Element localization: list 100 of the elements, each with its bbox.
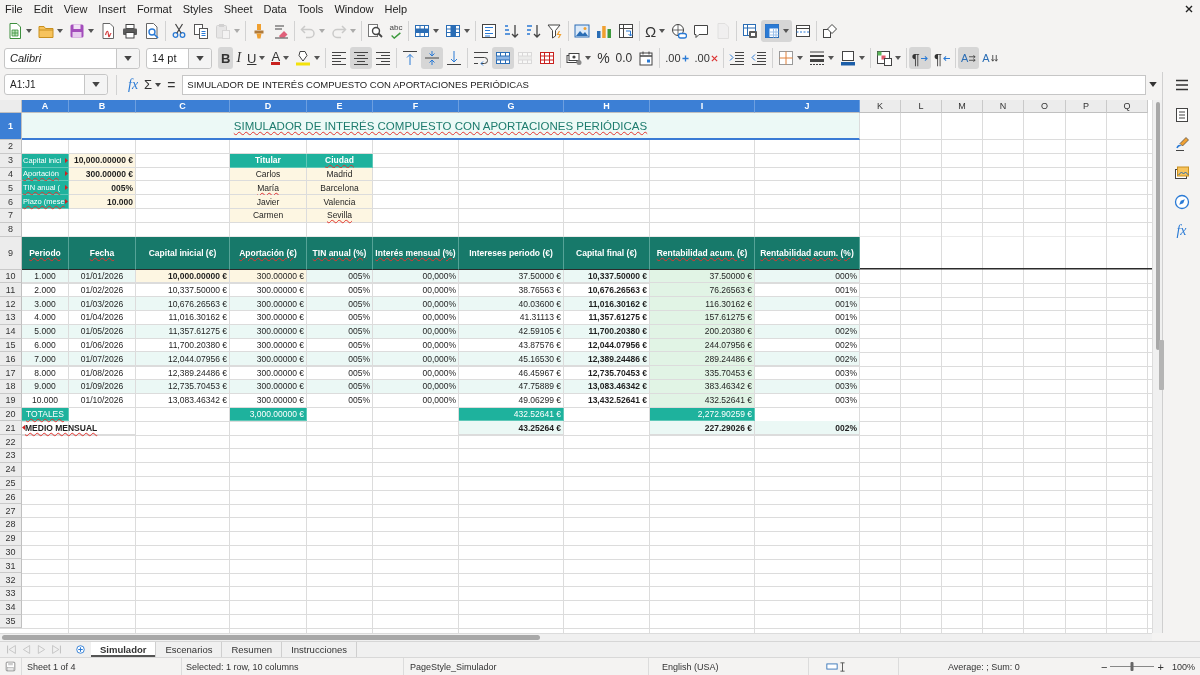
bold-button[interactable]: B: [218, 47, 234, 69]
menu-item[interactable]: Sheet: [223, 2, 253, 16]
row-header[interactable]: 22: [0, 435, 22, 449]
table-cell: 00,000%: [373, 366, 459, 380]
italic-button[interactable]: I: [233, 47, 245, 69]
column-header[interactable]: G: [459, 100, 564, 113]
zoom-level[interactable]: 100%: [1171, 661, 1195, 672]
right-to-left-button[interactable]: ¶: [930, 47, 953, 69]
table-cell: 01/03/2026: [69, 297, 136, 311]
row-header[interactable]: 5: [0, 181, 22, 196]
column-header[interactable]: J: [755, 100, 860, 113]
table-cell: 12,044.07956 €: [136, 352, 230, 367]
row-header[interactable]: 6: [0, 195, 22, 209]
slider-thumb[interactable]: [1130, 662, 1134, 671]
zoom-out-button[interactable]: −: [1099, 658, 1110, 675]
column-header[interactable]: Q: [1107, 100, 1148, 113]
sheet-tab[interactable]: Instrucciones: [282, 642, 358, 657]
special-character-button[interactable]: Ω: [642, 20, 669, 42]
freeze-button[interactable]: [761, 20, 793, 42]
sidebar-handle[interactable]: [1159, 340, 1164, 390]
triangle-left-icon: [21, 644, 32, 655]
text-direction-button[interactable]: A: [958, 47, 980, 69]
menu-item[interactable]: View: [63, 2, 88, 16]
column-header[interactable]: H: [564, 100, 650, 113]
menu-item[interactable]: Data: [263, 2, 287, 16]
add-decimal-button[interactable]: .00: [662, 47, 692, 69]
column-header[interactable]: O: [1024, 100, 1066, 113]
menu-item[interactable]: Format: [136, 2, 172, 16]
menu-item[interactable]: Insert: [98, 2, 126, 16]
table-cell: 005%: [307, 297, 373, 311]
table-cell: 300.00000 €: [230, 310, 307, 325]
language[interactable]: English (USA): [662, 661, 719, 672]
close-button[interactable]: [1184, 4, 1194, 14]
font-color-button[interactable]: A: [268, 47, 293, 69]
row-header[interactable]: 32: [0, 573, 22, 587]
column-header[interactable]: E: [307, 100, 373, 113]
row-header[interactable]: 1: [0, 113, 22, 140]
merge-center-button[interactable]: [492, 47, 515, 69]
sheet-tab[interactable]: Resumen: [222, 642, 283, 657]
row-header[interactable]: 16: [0, 352, 22, 367]
underline-button[interactable]: U: [244, 47, 269, 69]
number-format-button[interactable]: 0.0: [612, 47, 636, 69]
column-header[interactable]: C: [136, 100, 230, 113]
column-header[interactable]: K: [860, 100, 901, 113]
delete-decimal-button[interactable]: .00: [691, 47, 721, 69]
caret-icon: [894, 56, 901, 60]
sheet-tab[interactable]: Simulador: [91, 642, 157, 657]
formula-input-field[interactable]: SIMULADOR DE INTERÉS COMPUESTO CON APORTACIONES PERIÓDICAS: [182, 74, 1146, 95]
column-heading: Capital inicial (€): [136, 236, 230, 270]
sheet-tab[interactable]: Escenarios: [156, 642, 223, 657]
row-header[interactable]: 31: [0, 559, 22, 574]
column-header[interactable]: N: [983, 100, 1024, 113]
table-cell: 300.00000 €: [230, 393, 307, 408]
spelling-button[interactable]: abc: [386, 20, 406, 42]
column-header[interactable]: P: [1066, 100, 1107, 113]
zoom-in-button[interactable]: +: [1155, 658, 1166, 675]
menu-item[interactable]: Tools: [297, 2, 324, 16]
left-to-right-button[interactable]: ¶: [908, 47, 931, 69]
row-header[interactable]: 21: [0, 421, 22, 436]
document-magnifier-icon: [144, 23, 160, 39]
scrollbar-thumb[interactable]: [1156, 102, 1160, 350]
scrollbar-thumb[interactable]: [2, 635, 540, 640]
menu-item[interactable]: Edit: [33, 2, 53, 16]
menu-item[interactable]: Styles: [182, 2, 213, 16]
font-size-field[interactable]: 14 pt: [146, 47, 212, 69]
column-header[interactable]: F: [373, 100, 459, 113]
column-header[interactable]: L: [901, 100, 942, 113]
caret-icon: [585, 56, 592, 60]
sum-button[interactable]: Σ: [141, 74, 165, 95]
align-center-button[interactable]: [350, 47, 373, 69]
menu-item[interactable]: Window: [334, 2, 374, 16]
vertical-scrollbar[interactable]: [1152, 100, 1162, 633]
table-header: Ciudad: [307, 153, 373, 168]
column-header[interactable]: D: [230, 100, 307, 113]
spreadsheet-grid[interactable]: [0, 100, 1152, 633]
column-header[interactable]: I: [650, 100, 755, 113]
text-cursor-icon[interactable]: [840, 661, 845, 672]
column-header[interactable]: A: [22, 100, 69, 113]
column-header[interactable]: B: [69, 100, 136, 113]
name-box-field[interactable]: A1:J1: [4, 74, 108, 95]
column-header[interactable]: M: [942, 100, 983, 113]
row-header[interactable]: 27: [0, 504, 22, 518]
row-header[interactable]: 26: [0, 490, 22, 505]
table-cell: 005%: [307, 310, 373, 325]
row-header[interactable]: 11: [0, 283, 22, 298]
row-header[interactable]: 12: [0, 297, 22, 311]
functions-button[interactable]: fx: [1169, 221, 1194, 241]
menu-item[interactable]: Help: [384, 2, 408, 16]
add-sheet-button[interactable]: [74, 642, 87, 657]
percent-format-button[interactable]: %: [594, 47, 613, 69]
vertical-text-button[interactable]: A: [979, 47, 1001, 69]
row-label: MEDIO MENSUAL: [25, 422, 98, 433]
menu-item[interactable]: File: [5, 2, 23, 16]
function-wizard-button[interactable]: fx: [125, 74, 142, 95]
table-cell: 46.45967 €: [459, 366, 564, 380]
row-header[interactable]: 17: [0, 366, 22, 380]
formula-button[interactable]: =: [164, 74, 179, 95]
row-header[interactable]: 2: [0, 140, 22, 154]
font-name-field[interactable]: Calibri: [4, 47, 140, 69]
row-header[interactable]: 9: [0, 236, 22, 270]
